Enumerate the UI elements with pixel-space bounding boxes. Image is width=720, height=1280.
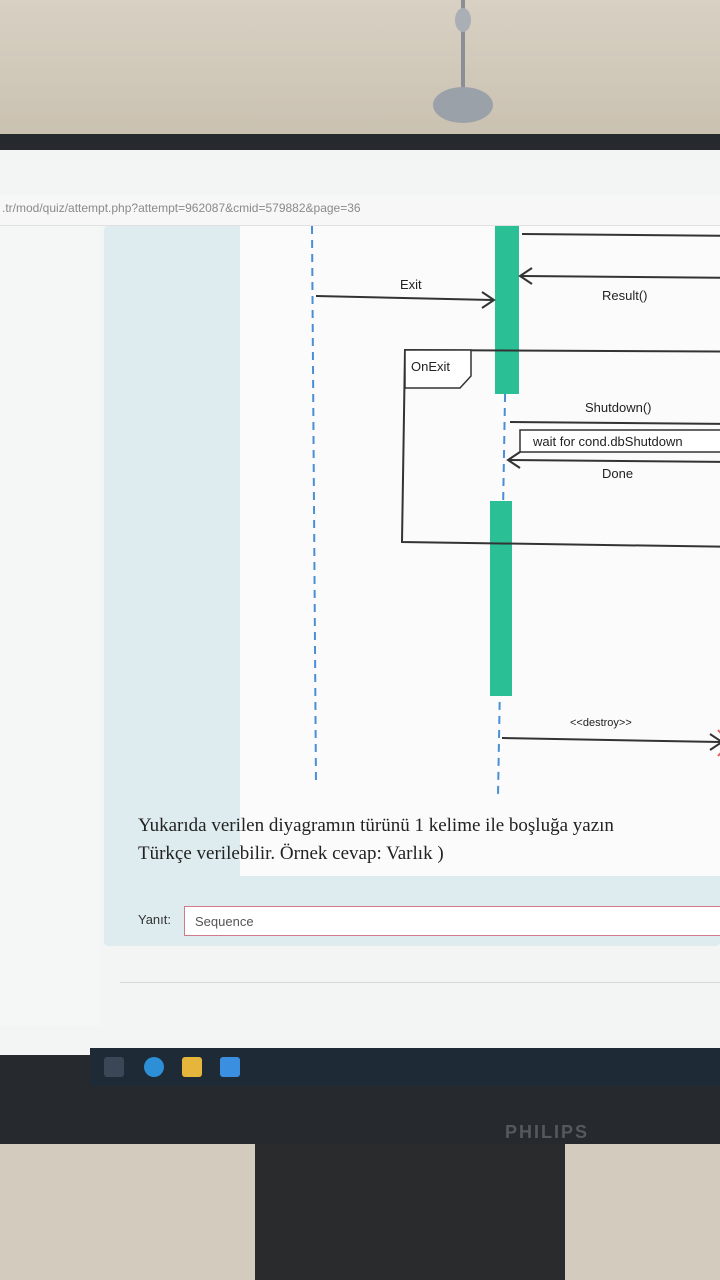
folder-icon[interactable]: [182, 1057, 202, 1077]
message-exit: Exit: [400, 277, 422, 292]
message-arrow: [521, 233, 720, 237]
question-line-1: Yukarıda verilen diyagramın türünü 1 kel…: [138, 815, 614, 836]
taskview-icon[interactable]: [104, 1057, 124, 1077]
screen: .tr/mod/quiz/attempt.php?attempt=962087&…: [0, 150, 720, 1055]
fragment-label: OnExit: [411, 359, 450, 374]
edge-icon[interactable]: [144, 1057, 164, 1077]
monitor-stand: [255, 1144, 565, 1280]
sequence-diagram: Exit Result() OnExit Shutdown() wait for…: [311, 226, 720, 797]
chandelier-icon: [433, 0, 493, 123]
divider: [120, 982, 720, 983]
message-arrow: [315, 295, 493, 301]
sequence-diagram-image: Exit Result() OnExit Shutdown() wait for…: [240, 226, 720, 876]
taskbar: [90, 1048, 720, 1086]
message-result: Result(): [602, 288, 648, 303]
url-text: .tr/mod/quiz/attempt.php?attempt=962087&…: [2, 201, 361, 215]
answer-input[interactable]: [184, 906, 720, 936]
answer-label: Yanıt:: [138, 912, 172, 927]
message-destroy: <<destroy>>: [570, 717, 632, 729]
left-column: [0, 226, 100, 1026]
question-line-2: Türkçe verilebilir. Örnek cevap: Varlık …: [138, 843, 444, 864]
monitor-brand: PHILIPS: [505, 1122, 590, 1142]
activation-bar: [495, 226, 519, 394]
message-done: Done: [602, 466, 633, 481]
message-arrow: [521, 275, 720, 279]
message-arrow: [501, 737, 720, 743]
activation-bar: [490, 501, 512, 696]
answer-row: Yanıt:: [138, 906, 720, 940]
lifeline-1: [311, 226, 317, 787]
background-wall: [0, 0, 720, 140]
store-icon[interactable]: [220, 1057, 240, 1077]
message-wait: wait for cond.dbShutdown: [532, 434, 683, 449]
address-bar[interactable]: .tr/mod/quiz/attempt.php?attempt=962087&…: [0, 195, 720, 226]
message-arrow: [509, 459, 720, 463]
message-arrow: [509, 421, 720, 425]
question-text: Yukarıda verilen diyagramın türünü 1 kel…: [138, 812, 720, 868]
message-shutdown: Shutdown(): [585, 400, 651, 415]
